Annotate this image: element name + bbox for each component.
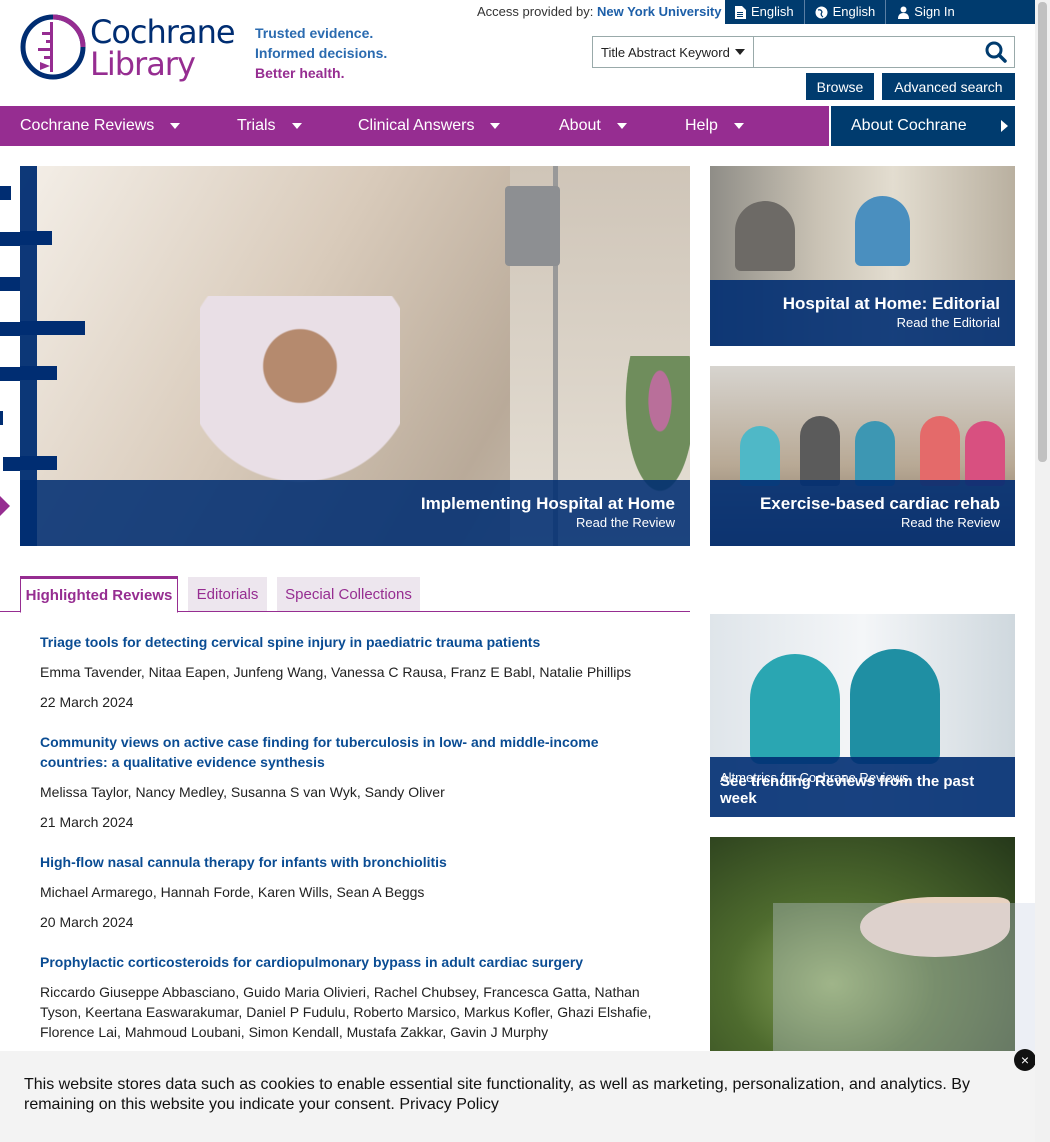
caret-down-icon: [735, 49, 745, 55]
nav-label: About: [559, 117, 601, 134]
access-label: Access provided by:: [477, 4, 594, 19]
about-cochrane-button[interactable]: About Cochrane: [831, 106, 1015, 146]
review-date: 22 March 2024: [40, 694, 134, 710]
language-label-1: English: [751, 4, 794, 19]
tagline-line-2: Informed decisions.: [255, 45, 388, 61]
cookie-banner: This website stores data such as cookies…: [0, 1051, 1035, 1142]
sign-in-link[interactable]: Sign In: [886, 0, 964, 24]
user-icon: [898, 6, 910, 19]
search-bar: Title Abstract Keyword: [592, 36, 1015, 68]
page: Cochrane Library Trusted evidence. Infor…: [0, 0, 1035, 1142]
review-title-link[interactable]: High-flow nasal cannula therapy for infa…: [40, 852, 660, 872]
search-input[interactable]: [754, 37, 978, 67]
feature-card-altmetrics[interactable]: Altmetrics for Cochrane Reviews See tren…: [710, 614, 1015, 817]
language-selector-1[interactable]: English: [725, 0, 805, 24]
side-bars-decoration: [0, 186, 20, 516]
review-title-link[interactable]: Triage tools for detecting cervical spin…: [40, 632, 660, 652]
tab-special-collections[interactable]: Special Collections: [277, 577, 420, 611]
about-cochrane-label: About Cochrane: [851, 117, 967, 134]
caret-down-icon: [170, 123, 181, 129]
nav-label: Cochrane Reviews: [20, 117, 155, 134]
logo-line-1: Cochrane: [90, 13, 236, 51]
document-icon: [735, 5, 746, 19]
caret-right-icon: [1000, 120, 1008, 132]
card-image-figure: [855, 196, 910, 266]
card-title: Hospital at Home: Editorial: [782, 294, 1000, 313]
list-item: Triage tools for detecting cervical spin…: [40, 632, 660, 712]
advanced-search-button[interactable]: Advanced search: [882, 73, 1015, 100]
search-field-label: Title Abstract Keyword: [601, 44, 730, 60]
review-date: 20 March 2024: [40, 914, 134, 930]
review-authors: Michael Armarego, Hannah Forde, Karen Wi…: [40, 884, 425, 900]
nav-item-about[interactable]: About: [559, 106, 627, 146]
card-image-figure: [750, 654, 840, 764]
cookie-text: This website stores data such as cookies…: [24, 1076, 970, 1113]
logo-text: Cochrane Library: [90, 13, 236, 83]
tagline-line-1: Trusted evidence.: [255, 25, 374, 41]
scrollbar[interactable]: [1035, 0, 1050, 1142]
tab-highlighted-reviews[interactable]: Highlighted Reviews: [20, 576, 178, 613]
review-date: 21 March 2024: [40, 814, 134, 830]
language-selector-2[interactable]: English: [805, 0, 887, 24]
caret-down-icon: [490, 123, 501, 129]
access-org: New York University: [596, 4, 722, 19]
hero-image-patient: [200, 296, 400, 496]
nav-item-help[interactable]: Help: [685, 106, 744, 146]
nav-label: Trials: [237, 117, 276, 134]
globe-icon: [815, 6, 828, 18]
card-image-figure: [735, 201, 795, 271]
scrollbar-thumb[interactable]: [1038, 2, 1047, 462]
search-field-select[interactable]: Title Abstract Keyword: [593, 37, 754, 67]
highlighted-reviews-list: Triage tools for detecting cervical spin…: [40, 632, 660, 1062]
card-subtitle: Read the Editorial: [896, 315, 1000, 330]
caret-down-icon: [291, 123, 302, 129]
hero-title[interactable]: Implementing Hospital at Home: [421, 494, 675, 514]
feature-card-editorial[interactable]: Hospital at Home: Editorial Read the Edi…: [710, 166, 1015, 346]
close-icon[interactable]: ×: [1014, 1049, 1035, 1071]
card-image-figure: [855, 421, 895, 486]
reviews-tabs: Highlighted Reviews Editorials Special C…: [0, 576, 690, 613]
search-icon: [985, 41, 1007, 63]
card-image-figure: [800, 416, 840, 486]
search-button[interactable]: [978, 37, 1014, 67]
logo-line-2: Library: [90, 45, 196, 83]
nav-label: Help: [685, 117, 718, 134]
cochrane-emblem-icon: [20, 14, 86, 80]
tagline: Trusted evidence. Informed decisions. Be…: [255, 23, 387, 83]
top-utility-bar: English English Sign In: [725, 0, 1035, 24]
review-title-link[interactable]: Prophylactic corticosteroids for cardiop…: [40, 952, 660, 972]
access-provided-by: Access provided by: New York University: [477, 4, 721, 19]
feature-card-cardiac-rehab[interactable]: Exercise-based cardiac rehab Read the Re…: [710, 366, 1015, 546]
card-title: Exercise-based cardiac rehab: [759, 494, 1000, 513]
nav-item-cochrane-reviews[interactable]: Cochrane Reviews: [20, 106, 181, 146]
caret-down-icon: [733, 123, 744, 129]
browse-button[interactable]: Browse: [806, 73, 874, 100]
hero-feature[interactable]: Implementing Hospital at Home Read the R…: [20, 166, 690, 546]
nav-item-clinical-answers[interactable]: Clinical Answers: [358, 106, 501, 146]
nav-item-trials[interactable]: Trials: [237, 106, 302, 146]
card-image-figure: [740, 426, 780, 486]
hero-subtitle[interactable]: Read the Review: [576, 515, 675, 530]
hero-image-iv-pump: [505, 186, 560, 266]
card-subtitle: Read the Review: [901, 515, 1000, 530]
review-authors: Emma Tavender, Nitaa Eapen, Junfeng Wang…: [40, 664, 632, 680]
tab-editorials[interactable]: Editorials: [188, 577, 267, 611]
main-nav: Cochrane Reviews Trials Clinical Answers…: [0, 106, 829, 146]
card-image-figure: [965, 421, 1005, 486]
language-label-2: English: [832, 4, 876, 19]
card-image-figure: [850, 649, 940, 764]
review-authors: Melissa Taylor, Nancy Medley, Susanna S …: [40, 784, 445, 800]
list-item: Prophylactic corticosteroids for cardiop…: [40, 952, 660, 1042]
tagline-line-3: Better health.: [255, 65, 345, 81]
review-title-link[interactable]: Community views on active case finding f…: [40, 732, 660, 772]
list-item: Community views on active case finding f…: [40, 732, 660, 832]
review-authors: Riccardo Giuseppe Abbasciano, Guido Mari…: [40, 984, 652, 1040]
nav-label: Clinical Answers: [358, 117, 475, 134]
list-item: High-flow nasal cannula therapy for infa…: [40, 852, 660, 932]
card-title: See trending Reviews from the past week: [720, 773, 975, 807]
sign-in-label: Sign In: [914, 4, 955, 19]
cochrane-library-logo[interactable]: Cochrane Library: [20, 14, 236, 84]
card-image-figure: [920, 416, 960, 486]
caret-down-icon: [616, 123, 627, 129]
